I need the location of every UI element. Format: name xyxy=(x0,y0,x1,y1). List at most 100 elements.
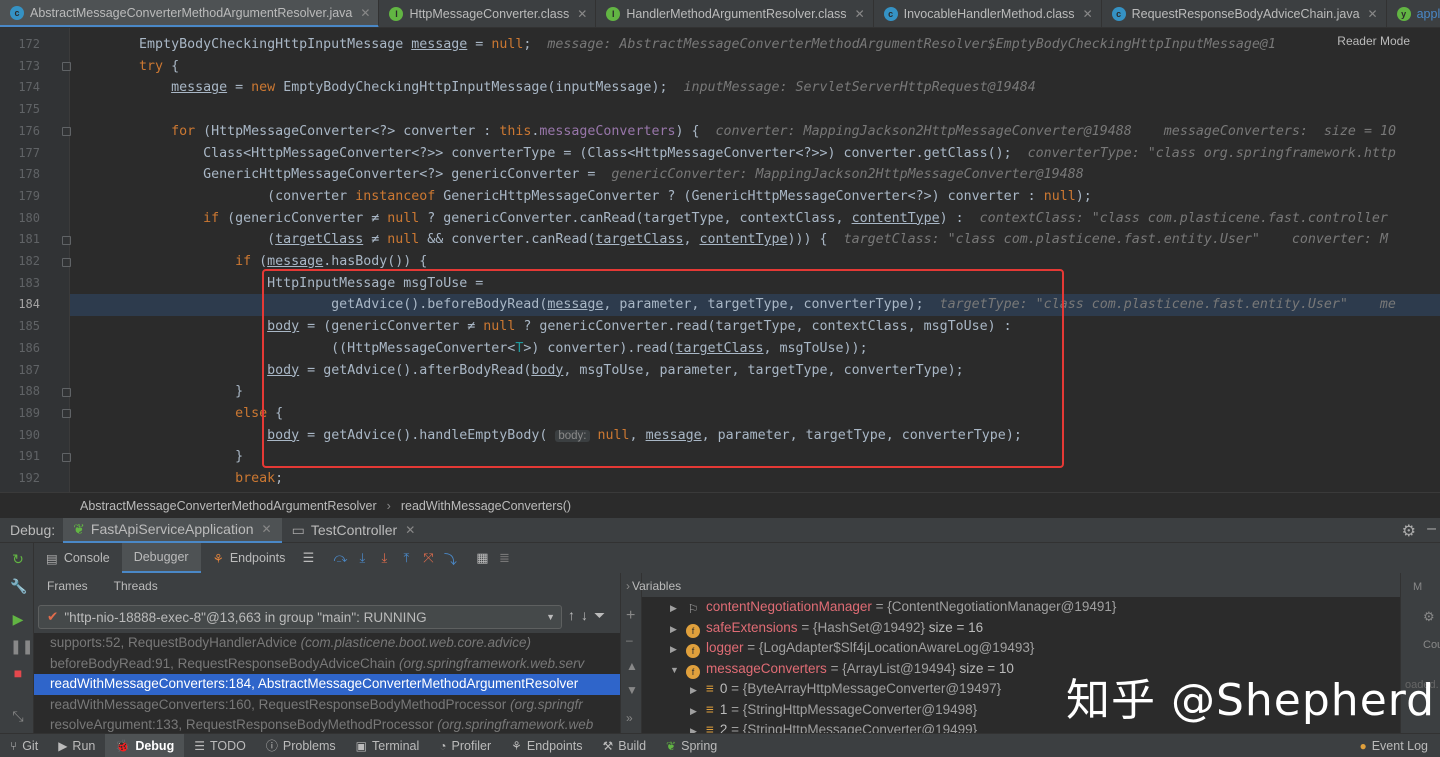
chevron-right-icon[interactable]: ▶ xyxy=(690,680,698,701)
variable-row-expanded[interactable]: ▼ f messageConverters = {ArrayList@19494} … xyxy=(670,659,1014,680)
toolwindow-profiler[interactable]: ◔ Profiler xyxy=(429,734,501,757)
tab-invocable-handler-method[interactable]: c InvocableHandlerMethod.class ✕ xyxy=(874,0,1102,27)
subtab-console[interactable]: ▤ Console xyxy=(34,543,122,573)
tab-handler-method-argument-resolver[interactable]: I HandlerMethodArgumentResolver.class ✕ xyxy=(596,0,874,27)
stop-icon[interactable]: ■ xyxy=(10,665,26,681)
frame-item[interactable]: readWithMessageConverters:160, RequestRe… xyxy=(34,695,620,716)
close-icon[interactable]: ✕ xyxy=(1368,7,1378,21)
toolwindow-build[interactable]: ⚒ Build xyxy=(592,734,656,757)
code-line: EmptyBodyCheckingHttpInputMessage messag… xyxy=(75,37,1276,52)
close-icon[interactable]: ✕ xyxy=(1083,7,1093,21)
threads-tab[interactable]: Threads xyxy=(101,579,171,593)
variable-row[interactable]: ▶ f logger = {LogAdapter$Slf4jLocationAwar… xyxy=(670,638,1034,659)
trace-icon[interactable]: ≣ xyxy=(493,547,515,569)
frame-item[interactable]: beforeBodyRead:91, RequestResponseBodyAd… xyxy=(34,654,620,675)
frame-list[interactable]: supports:52, RequestBodyHandlerAdvice (c… xyxy=(34,633,620,733)
minus-icon[interactable]: – xyxy=(626,633,633,647)
collapse-icon[interactable]: ⤡ xyxy=(10,708,26,724)
tab-advice-chain[interactable]: c RequestResponseBodyAdviceChain.java ✕ xyxy=(1102,0,1387,27)
frame-nav-icons: ↑ ↓ ⏷ xyxy=(568,607,620,624)
arrow-up-icon[interactable]: ▲ xyxy=(626,659,638,673)
filter-icon[interactable]: ⏷ xyxy=(594,607,605,624)
toolwindow-event-log[interactable]: ● Event Log xyxy=(1349,734,1438,757)
breadcrumb-class[interactable]: AbstractMessageConverterMethodArgumentRe… xyxy=(80,499,377,513)
toolwindow-run[interactable]: ▶ Run xyxy=(48,734,105,757)
fold-icon[interactable] xyxy=(62,388,71,397)
reader-mode-button[interactable]: Reader Mode xyxy=(1337,34,1410,48)
close-icon[interactable]: ✕ xyxy=(855,7,865,21)
variable-child-row[interactable]: ▶ ≡ 0 = {ByteArrayHttpMessageConverter@194… xyxy=(690,679,1001,700)
pause-icon[interactable]: ❚❚ xyxy=(10,638,33,654)
chevron-double-right-icon[interactable]: » xyxy=(626,711,633,725)
chevron-right-icon[interactable]: ▶ xyxy=(690,701,698,722)
toolwindow-debug[interactable]: 🐞 Debug xyxy=(105,733,185,757)
plus-icon[interactable]: + xyxy=(626,607,635,625)
line-number: 188 xyxy=(18,384,40,399)
chevron-right-icon[interactable]: ▶ xyxy=(670,639,678,660)
subtab-endpoints[interactable]: ⚘ Endpoints xyxy=(201,543,298,573)
toolwindow-todo[interactable]: ☰ TODO xyxy=(184,734,256,757)
search-icon[interactable]: ⚙ xyxy=(1423,609,1435,625)
resume-icon[interactable]: ▶ xyxy=(10,611,26,627)
arrow-up-icon[interactable]: ↑ xyxy=(568,607,575,624)
line-number: 182 xyxy=(18,254,40,268)
gear-icon[interactable]: ⚙ xyxy=(1402,521,1416,541)
tab-http-message-converter[interactable]: I HttpMessageConverter.class ✕ xyxy=(379,0,597,27)
menu-icon[interactable]: ☰ xyxy=(297,547,319,569)
debug-tab-testcontroller[interactable]: ▭ TestController ✕ xyxy=(282,518,426,543)
arrow-down-icon[interactable]: ▼ xyxy=(626,683,638,697)
fold-icon[interactable] xyxy=(62,62,71,71)
fold-icon[interactable] xyxy=(62,236,71,245)
chevron-right-icon[interactable]: ▶ xyxy=(690,721,698,733)
rerun-icon[interactable]: ↻ xyxy=(10,551,26,567)
toolwindow-endpoints[interactable]: ⚘ Endpoints xyxy=(501,734,592,757)
toolwindow-git[interactable]: ⑂ Git xyxy=(0,734,48,757)
frame-item[interactable]: resolveArgument:133, RequestResponseBody… xyxy=(34,715,620,733)
arrow-down-icon[interactable]: ↓ xyxy=(581,607,588,624)
close-icon[interactable]: ✕ xyxy=(360,6,370,20)
tab-application-yml[interactable]: y application-test.yr xyxy=(1387,0,1440,27)
flag-icon: ⚐ xyxy=(687,602,699,616)
drop-frame-icon[interactable]: ⤧ xyxy=(417,547,439,569)
step-over-icon[interactable]: ⤼ xyxy=(329,547,351,569)
step-out-icon[interactable]: ⤒ xyxy=(395,547,417,569)
breadcrumb-method[interactable]: readWithMessageConverters() xyxy=(401,499,571,513)
frame-item-selected[interactable]: readWithMessageConverters:184, AbstractM… xyxy=(34,674,620,695)
close-icon[interactable]: ✕ xyxy=(262,522,272,536)
code-line: try { xyxy=(139,58,180,74)
fold-icon[interactable] xyxy=(62,453,71,462)
fold-icon[interactable] xyxy=(62,127,71,136)
close-icon[interactable]: ✕ xyxy=(405,523,415,537)
minimize-icon[interactable]: – xyxy=(1427,520,1436,538)
toolwindow-spring[interactable]: ❦ Spring xyxy=(656,734,727,757)
variable-row[interactable]: ▶ f safeExtensions = {HashSet@19492} size … xyxy=(670,618,983,639)
wrench-icon[interactable]: 🔧 xyxy=(10,578,27,594)
subtab-debugger[interactable]: Debugger xyxy=(121,543,201,573)
chevron-right-icon[interactable]: ▶ xyxy=(670,619,678,640)
evaluate-icon[interactable]: ▦ xyxy=(471,547,493,569)
fold-icon[interactable] xyxy=(62,258,71,267)
step-into-icon[interactable]: ⤓ xyxy=(351,547,373,569)
close-icon[interactable]: ✕ xyxy=(577,7,587,21)
debug-tab-fastapi[interactable]: ❦ FastApiServiceApplication ✕ xyxy=(63,517,282,543)
thread-selector[interactable]: ✔ "http-nio-18888-exec-8"@13,663 in grou… xyxy=(38,605,562,629)
frame-item[interactable]: supports:52, RequestBodyHandlerAdvice (c… xyxy=(34,633,620,654)
variable-child-row[interactable]: ▶ ≡ 2 = {StringHttpMessageConverter@19499} xyxy=(690,720,977,733)
subtab-label: Debugger xyxy=(133,550,189,564)
chevron-right-icon[interactable]: ▶ xyxy=(670,598,678,619)
variable-child-row[interactable]: ▶ ≡ 1 = {StringHttpMessageConverter@19498} xyxy=(690,700,977,721)
check-icon: ✔ xyxy=(47,609,59,624)
variable-row[interactable]: ▶ ⚐ contentNegotiationManager = {ContentNe… xyxy=(670,597,1116,618)
chevron-down-icon[interactable]: ▼ xyxy=(670,660,679,681)
tab-abstract-resolver[interactable]: c AbstractMessageConverterMethodArgument… xyxy=(0,0,380,27)
frames-tab[interactable]: Frames xyxy=(34,579,101,593)
toolwindow-problems[interactable]: ⓘ Problems xyxy=(256,734,346,757)
run-icon: ▶ xyxy=(58,738,68,753)
line-number: 183 xyxy=(18,275,40,290)
fold-icon[interactable] xyxy=(62,409,71,418)
toolwindow-terminal[interactable]: ▣ Terminal xyxy=(346,734,430,757)
force-step-into-icon[interactable]: ⤓ xyxy=(373,547,395,569)
run-to-cursor-icon[interactable]: ⤵ xyxy=(439,547,461,569)
code-editor[interactable]: 172 173 174 175 176 177 178 179 180 181 … xyxy=(0,28,1440,492)
debug-side-toolbar: ↻ 🔧 ▶ ❚❚ ■ ⤡ xyxy=(0,543,34,733)
